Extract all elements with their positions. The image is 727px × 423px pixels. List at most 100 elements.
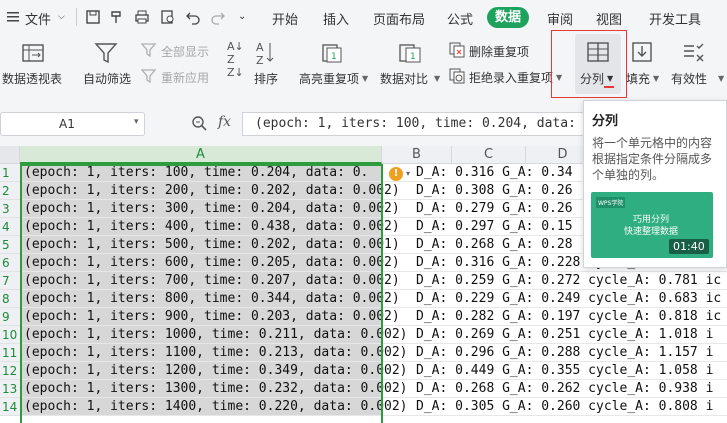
hamburger-icon[interactable] — [6, 10, 20, 24]
redo-icon[interactable] — [210, 9, 226, 25]
row-header[interactable]: 3 — [0, 200, 20, 218]
cell-a[interactable]: (epoch: 1, iters: 600, time: 0.205, data… — [24, 254, 400, 271]
row-header[interactable]: 9 — [0, 308, 20, 326]
pivot-table-button[interactable]: 数据透视表 — [0, 34, 66, 94]
tab-home[interactable]: 开始 — [272, 9, 298, 28]
cell-a[interactable]: (epoch: 1, iters: 200, time: 0.202, data… — [24, 182, 400, 199]
cell-overflow-text[interactable]: D_A: 0.308 G_A: 0.26 — [416, 182, 573, 199]
cell-a[interactable]: (epoch: 1, iters: 1000, time: 0.211, dat… — [24, 326, 408, 343]
row-header[interactable]: 14 — [0, 398, 20, 416]
cell-overflow-text[interactable]: D_A: 0.449 G_A: 0.355 cycle_A: 1.058 i — [416, 362, 713, 379]
cell-a[interactable]: (epoch: 1, iters: 800, time: 0.344, data… — [24, 290, 400, 307]
insert-function-button[interactable]: fx — [218, 114, 231, 130]
dropdown-arrow-icon: ▼ — [434, 74, 441, 83]
tooltip-title: 分列 — [592, 114, 619, 129]
cell-overflow-text[interactable]: D_A: 0.305 G_A: 0.260 cycle_A: 0.808 i — [416, 398, 713, 415]
split-column-button[interactable]: 分列 ▼ — [575, 34, 621, 94]
cell-a[interactable]: (epoch: 1, iters: 500, time: 0.202, data… — [24, 236, 400, 253]
delete-duplicates-button[interactable]: 删除重复项 — [469, 43, 529, 60]
sort-descending-icon[interactable]: Z↓ — [227, 66, 244, 79]
row-header[interactable]: 8 — [0, 290, 20, 308]
row-header[interactable]: 2 — [0, 182, 20, 200]
sort-ascending-icon[interactable]: A↓ Z — [227, 40, 244, 66]
cell-overflow-text[interactable]: D_A: 0.229 G_A: 0.249 cycle_A: 0.683 ic — [416, 290, 721, 307]
dropdown-arrow-icon: ▼ — [607, 74, 614, 83]
cell-a[interactable]: (epoch: 1, iters: 400, time: 0.438, data… — [24, 218, 400, 235]
tab-formulas[interactable]: 公式 — [447, 9, 473, 28]
table-row: (epoch: 1, iters: 1100, time: 0.213, dat… — [20, 344, 727, 362]
sort-button[interactable]: A↓ Z Z↓ AZ 排序 — [224, 34, 284, 94]
dropdown-arrow-icon: ▼ — [362, 74, 369, 83]
customize-toolbar-chevron-icon[interactable]: ⌄ — [238, 11, 246, 22]
print-icon[interactable] — [134, 9, 150, 25]
column-header-b[interactable]: B — [382, 146, 452, 164]
row-header[interactable]: 6 — [0, 254, 20, 272]
column-header-a[interactable]: A — [20, 146, 382, 164]
row-header[interactable]: 11 — [0, 344, 20, 362]
cell-overflow-text[interactable]: D_A: 0.282 G_A: 0.197 cycle_A: 0.818 ic — [416, 308, 721, 325]
cell-a[interactable]: (epoch: 1, iters: 1100, time: 0.213, dat… — [24, 344, 408, 361]
data-compare-icon: 1 — [399, 44, 421, 63]
name-box[interactable]: A1 ▾ — [0, 112, 145, 136]
cell-overflow-text[interactable]: D_A: 0.316 G_A: 0.34 — [416, 164, 573, 181]
row-header[interactable]: 12 — [0, 362, 20, 380]
chevron-down-icon[interactable]: ⌵ — [58, 12, 65, 22]
file-menu[interactable]: 文件 — [25, 9, 51, 28]
save-icon[interactable] — [85, 9, 101, 25]
tab-data[interactable]: 数据 — [487, 7, 530, 28]
validity-label: 有效性 — [671, 72, 708, 86]
print-preview-icon[interactable] — [160, 9, 176, 25]
validity-button[interactable]: 有效性 ▼ — [668, 34, 727, 94]
row-header[interactable]: 10 — [0, 326, 20, 344]
cell-a[interactable]: (epoch: 1, iters: 100, time: 0.204, data… — [24, 164, 368, 181]
svg-text:1: 1 — [410, 52, 416, 62]
cell-a[interactable]: (epoch: 1, iters: 1400, time: 0.220, dat… — [24, 398, 408, 415]
svg-text:1: 1 — [331, 52, 337, 62]
warning-icon[interactable]: ! — [389, 167, 403, 181]
autofilter-button[interactable]: 自动筛选 — [80, 34, 134, 94]
row-header[interactable]: 13 — [0, 380, 20, 398]
cell-a[interactable]: (epoch: 1, iters: 1200, time: 0.349, dat… — [24, 362, 408, 379]
sort-icon: AZ — [256, 41, 274, 66]
cell-a[interactable]: (epoch: 1, iters: 700, time: 0.207, data… — [24, 272, 400, 289]
cell-overflow-text[interactable]: D_A: 0.268 G_A: 0.28 — [416, 236, 573, 253]
row-header[interactable]: 4 — [0, 218, 20, 236]
undo-icon[interactable] — [185, 9, 201, 25]
cell-overflow-text[interactable]: D_A: 0.297 G_A: 0.15 — [416, 218, 573, 235]
select-all-corner[interactable] — [0, 146, 20, 164]
reject-duplicates-button[interactable]: 拒绝录入重复项 — [469, 69, 553, 86]
cell-a[interactable]: (epoch: 1, iters: 900, time: 0.203, data… — [24, 308, 400, 325]
data-validity-icon — [684, 43, 704, 62]
highlight-duplicates-button[interactable]: 1 高亮重复项 ▼ — [298, 34, 370, 94]
tab-insert[interactable]: 插入 — [323, 9, 349, 28]
tutorial-video-thumbnail[interactable]: WPS学院 巧用分列 快速整理数据 01:40 — [591, 192, 713, 258]
tab-page-layout[interactable]: 页面布局 — [373, 9, 425, 28]
row-header[interactable]: 1 — [0, 164, 20, 182]
cell-overflow-text[interactable]: D_A: 0.259 G_A: 0.272 cycle_A: 0.781 ic — [416, 272, 721, 289]
split-column-icon — [587, 42, 609, 62]
table-row: (epoch: 1, iters: 1300, time: 0.232, dat… — [20, 380, 727, 398]
chevron-down-icon[interactable]: ▾ — [134, 117, 139, 127]
data-compare-button[interactable]: 1 数据对比 ▼ — [378, 34, 442, 94]
format-painter-icon[interactable] — [109, 9, 125, 25]
cell-a[interactable]: (epoch: 1, iters: 300, time: 0.204, data… — [24, 200, 400, 217]
cell-a[interactable]: (epoch: 1, iters: 1300, time: 0.232, dat… — [24, 380, 408, 397]
column-header-c[interactable]: C — [452, 146, 526, 164]
fill-button[interactable]: 填充 ▼ — [624, 34, 664, 94]
zoom-search-icon[interactable] — [191, 115, 207, 131]
tab-review[interactable]: 审阅 — [547, 9, 573, 28]
tab-developer[interactable]: 开发工具 — [649, 9, 701, 28]
cell-overflow-text[interactable]: D_A: 0.268 G_A: 0.262 cycle_A: 0.938 i — [416, 380, 713, 397]
data-compare-label: 数据对比 — [380, 72, 429, 86]
show-all-button[interactable]: 全部显示 — [161, 43, 209, 60]
cell-overflow-text[interactable]: D_A: 0.269 G_A: 0.251 cycle_A: 1.018 i — [416, 326, 713, 343]
cell-overflow-text[interactable]: D_A: 0.296 G_A: 0.288 cycle_A: 1.157 i — [416, 344, 713, 361]
cell-overflow-text[interactable]: D_A: 0.279 G_A: 0.26 — [416, 200, 573, 217]
row-header[interactable]: 7 — [0, 272, 20, 290]
fill-label: 填充 — [626, 72, 651, 86]
menu-bar: 文件 ⌵ ⌄ 开始 插入 页面布局 公式 数据 审阅 视图 开发工具 — [0, 0, 727, 34]
chevron-down-icon[interactable]: ▾ — [406, 169, 410, 178]
tab-view[interactable]: 视图 — [596, 9, 622, 28]
row-header[interactable]: 5 — [0, 236, 20, 254]
reapply-button[interactable]: 重新应用 — [161, 69, 209, 86]
